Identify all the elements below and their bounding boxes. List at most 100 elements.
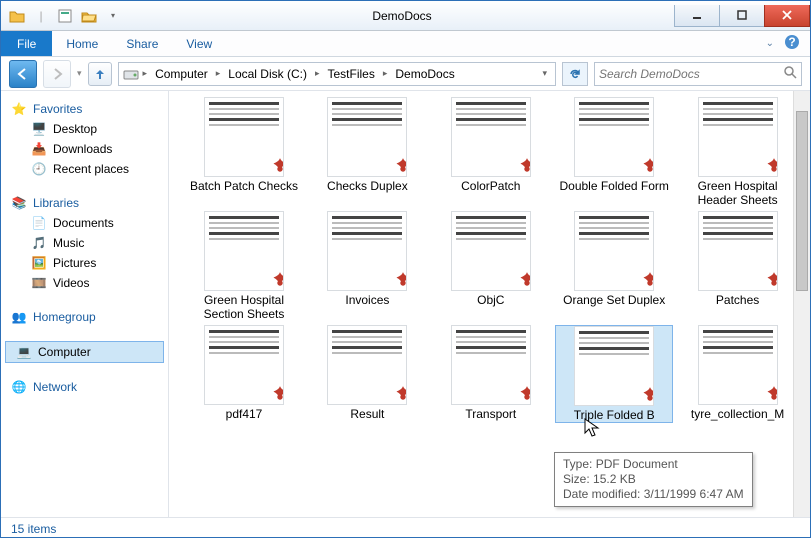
computer-icon: 💻 <box>16 344 32 360</box>
scroll-thumb[interactable] <box>796 111 808 291</box>
svg-text:?: ? <box>788 35 795 49</box>
nav-music[interactable]: 🎵Music <box>1 233 168 253</box>
file-thumbnail <box>574 97 654 177</box>
file-name: ObjC <box>477 293 504 307</box>
chevron-right-icon[interactable]: ▸ <box>313 68 322 79</box>
file-thumbnail <box>204 211 284 291</box>
file-item[interactable]: Triple Folded B <box>555 325 673 423</box>
nav-libraries[interactable]: 📚Libraries <box>1 193 168 213</box>
minimize-button[interactable] <box>674 5 720 27</box>
file-item[interactable]: ColorPatch <box>432 97 550 207</box>
help-icon[interactable]: ? <box>784 34 800 53</box>
file-item[interactable]: Result <box>308 325 426 423</box>
file-thumbnail <box>698 325 778 405</box>
drive-icon <box>123 66 139 82</box>
star-icon: ⭐ <box>11 101 27 117</box>
pictures-icon: 🖼️ <box>31 255 47 271</box>
file-item[interactable]: Orange Set Duplex <box>555 211 673 321</box>
file-thumbnail <box>451 325 531 405</box>
file-thumbnail <box>698 97 778 177</box>
close-button[interactable] <box>764 5 810 27</box>
nav-documents[interactable]: 📄Documents <box>1 213 168 233</box>
properties-icon[interactable] <box>55 6 75 26</box>
file-item[interactable]: Transport <box>432 325 550 423</box>
chevron-right-icon[interactable]: ▸ <box>141 68 150 79</box>
file-item[interactable]: Batch Patch Checks <box>185 97 303 207</box>
file-name: Batch Patch Checks <box>190 179 298 193</box>
file-tab[interactable]: File <box>1 31 52 56</box>
nav-recent[interactable]: 🕘Recent places <box>1 159 168 179</box>
history-dropdown-icon[interactable]: ▾ <box>77 68 82 79</box>
title-bar: | ▾ DemoDocs <box>1 1 810 31</box>
documents-icon: 📄 <box>31 215 47 231</box>
qat-dropdown-icon[interactable]: ▾ <box>103 6 123 26</box>
item-count: 15 items <box>11 522 56 536</box>
file-thumbnail <box>327 211 407 291</box>
file-thumbnail <box>204 325 284 405</box>
nav-pictures[interactable]: 🖼️Pictures <box>1 253 168 273</box>
back-button[interactable] <box>9 60 37 88</box>
nav-downloads[interactable]: 📥Downloads <box>1 139 168 159</box>
tab-view[interactable]: View <box>172 31 226 56</box>
file-thumbnail <box>327 97 407 177</box>
cursor-icon <box>584 418 600 441</box>
forward-button[interactable] <box>43 60 71 88</box>
desktop-icon: 🖥️ <box>31 121 47 137</box>
file-thumbnail <box>327 325 407 405</box>
crumb-folder1[interactable]: TestFiles <box>324 65 379 83</box>
file-name: Double Folded Form <box>559 179 668 193</box>
file-item[interactable]: Double Folded Form <box>555 97 673 207</box>
scrollbar[interactable] <box>793 91 810 517</box>
up-button[interactable] <box>88 62 112 86</box>
ribbon: File Home Share View ⌄ ? <box>1 31 810 57</box>
breadcrumb-dropdown-icon[interactable]: ▾ <box>542 68 551 79</box>
crumb-computer[interactable]: Computer <box>151 65 212 83</box>
nav-videos[interactable]: 🎞️Videos <box>1 273 168 293</box>
file-item[interactable]: Green Hospital Section Sheets <box>185 211 303 321</box>
crumb-drive[interactable]: Local Disk (C:) <box>224 65 311 83</box>
music-icon: 🎵 <box>31 235 47 251</box>
file-thumbnail <box>574 326 654 406</box>
window-title: DemoDocs <box>129 9 675 23</box>
search-icon[interactable] <box>783 65 797 82</box>
qat: | ▾ <box>1 6 129 26</box>
tab-home[interactable]: Home <box>52 31 112 56</box>
file-name: ColorPatch <box>461 179 520 193</box>
file-name: Patches <box>716 293 759 307</box>
nav-desktop[interactable]: 🖥️Desktop <box>1 119 168 139</box>
file-thumbnail <box>451 97 531 177</box>
file-item[interactable]: Checks Duplex <box>308 97 426 207</box>
search-input[interactable] <box>599 67 783 81</box>
file-item[interactable]: pdf417 <box>185 325 303 423</box>
file-item[interactable]: Green Hospital Header Sheets <box>679 97 797 207</box>
breadcrumb[interactable]: ▸ Computer ▸ Local Disk (C:) ▸ TestFiles… <box>118 62 556 86</box>
chevron-right-icon[interactable]: ▸ <box>381 68 390 79</box>
search-box[interactable] <box>594 62 802 86</box>
qat-separator-icon: | <box>31 6 51 26</box>
nav-pane: ⭐Favorites 🖥️Desktop 📥Downloads 🕘Recent … <box>1 91 169 517</box>
ribbon-expand-icon[interactable]: ⌄ <box>766 38 774 49</box>
file-name: Green Hospital Section Sheets <box>185 293 303 321</box>
file-thumbnail <box>574 211 654 291</box>
crumb-folder2[interactable]: DemoDocs <box>391 65 458 83</box>
folder-icon[interactable] <box>7 6 27 26</box>
file-item[interactable]: Invoices <box>308 211 426 321</box>
status-bar: 15 items <box>1 517 810 539</box>
file-item[interactable]: Patches <box>679 211 797 321</box>
nav-network[interactable]: 🌐Network <box>1 377 168 397</box>
file-thumbnail <box>451 211 531 291</box>
nav-favorites[interactable]: ⭐Favorites <box>1 99 168 119</box>
refresh-button[interactable] <box>562 62 588 86</box>
address-bar: ▾ ▸ Computer ▸ Local Disk (C:) ▸ TestFil… <box>1 57 810 91</box>
file-name: Transport <box>465 407 516 421</box>
maximize-button[interactable] <box>719 5 765 27</box>
open-folder-icon[interactable] <box>79 6 99 26</box>
nav-homegroup[interactable]: 👥Homegroup <box>1 307 168 327</box>
file-name: pdf417 <box>226 407 263 421</box>
file-item[interactable]: ObjC <box>432 211 550 321</box>
file-thumbnail <box>204 97 284 177</box>
nav-computer[interactable]: 💻Computer <box>5 341 164 363</box>
chevron-right-icon[interactable]: ▸ <box>214 68 223 79</box>
tab-share[interactable]: Share <box>112 31 172 56</box>
file-item[interactable]: tyre_collection_M <box>679 325 797 423</box>
